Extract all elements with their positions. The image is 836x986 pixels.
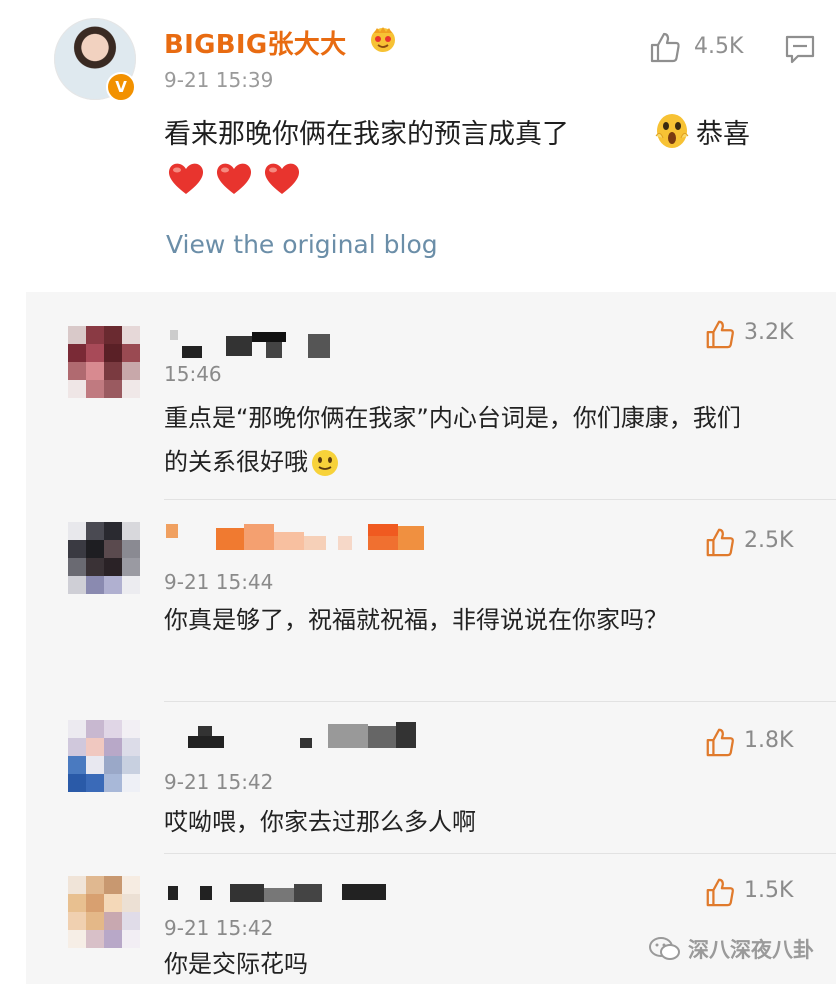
comment-item: 15:46 3.2K 重点是“那晚你俩在我家”内心台词是，你们康康，我们的关系很…: [26, 292, 836, 500]
avatar[interactable]: [68, 720, 140, 792]
heart-icon: [216, 163, 252, 194]
thumbs-up-icon[interactable]: [704, 876, 736, 908]
blurred-username: [166, 722, 466, 752]
comment-like-count: 3.2K: [744, 320, 794, 345]
star-eyes-emoji-icon: [371, 27, 395, 52]
comment-timestamp: 9-21 15:44: [164, 570, 274, 594]
avatar[interactable]: [68, 522, 140, 594]
comment-text: 你真是够了，祝福就祝福，非得说说在你家吗？: [164, 606, 668, 634]
post-text-congrats: 恭喜: [696, 119, 750, 150]
blurred-username: [166, 330, 366, 360]
watermark: 深八深夜八卦: [648, 934, 814, 964]
comment-item: 9-21 15:42 1.8K 哎呦喂，你家去过那么多人啊: [26, 702, 836, 854]
comment-list: 15:46 3.2K 重点是“那晚你俩在我家”内心台词是，你们康康，我们的关系很…: [26, 292, 836, 984]
watermark-text: 深八深夜八卦: [688, 938, 814, 962]
avatar[interactable]: [68, 326, 140, 398]
post-username[interactable]: BIGBIG张大大: [164, 24, 346, 61]
scream-emoji-icon: [655, 114, 689, 148]
comment-item: 9-21 15:42 1.5K 你是交际花吗: [26, 854, 836, 984]
smile-emoji-icon: [312, 450, 338, 476]
heart-icon: [168, 163, 204, 194]
comment-timestamp: 15:46: [164, 362, 222, 386]
comment-text-body: 重点是“那晚你俩在我家”内心台词是，你们康康，我们的关系很好哦: [164, 404, 741, 476]
verified-badge-icon: V: [106, 72, 136, 102]
original-post: V BIGBIG张大大 9-21 15:39 4.5K 看来那晚你俩在我家的预言…: [0, 0, 836, 290]
post-timestamp: 9-21 15:39: [164, 68, 274, 92]
comment-text: 重点是“那晚你俩在我家”内心台词是，你们康康，我们的关系很好哦: [164, 396, 764, 484]
thumbs-up-icon[interactable]: [704, 726, 736, 758]
blurred-username: [166, 878, 426, 908]
avatar[interactable]: [68, 876, 140, 948]
thumbs-up-icon[interactable]: [704, 318, 736, 350]
thumbs-up-icon[interactable]: [648, 30, 682, 64]
blurred-username: [166, 522, 466, 552]
comment-like-count: 1.5K: [744, 878, 794, 903]
comment-timestamp: 9-21 15:42: [164, 916, 274, 940]
view-original-blog-link[interactable]: View the original blog: [166, 230, 438, 259]
comment-like-count: 2.5K: [744, 528, 794, 553]
thumbs-up-icon[interactable]: [704, 526, 736, 558]
wechat-icon: [649, 937, 680, 960]
comment-like-count: 1.8K: [744, 728, 794, 753]
post-text: 看来那晚你俩在我家的预言成真了: [164, 119, 569, 150]
post-like-count: 4.5K: [694, 34, 744, 59]
comment-item: 9-21 15:44 2.5K 你真是够了，祝福就祝福，非得说说在你家吗？: [26, 500, 836, 702]
comment-timestamp: 9-21 15:42: [164, 770, 274, 794]
heart-icon: [264, 163, 300, 194]
comment-text: 哎呦喂，你家去过那么多人啊: [164, 808, 476, 836]
comment-icon[interactable]: [784, 33, 816, 65]
